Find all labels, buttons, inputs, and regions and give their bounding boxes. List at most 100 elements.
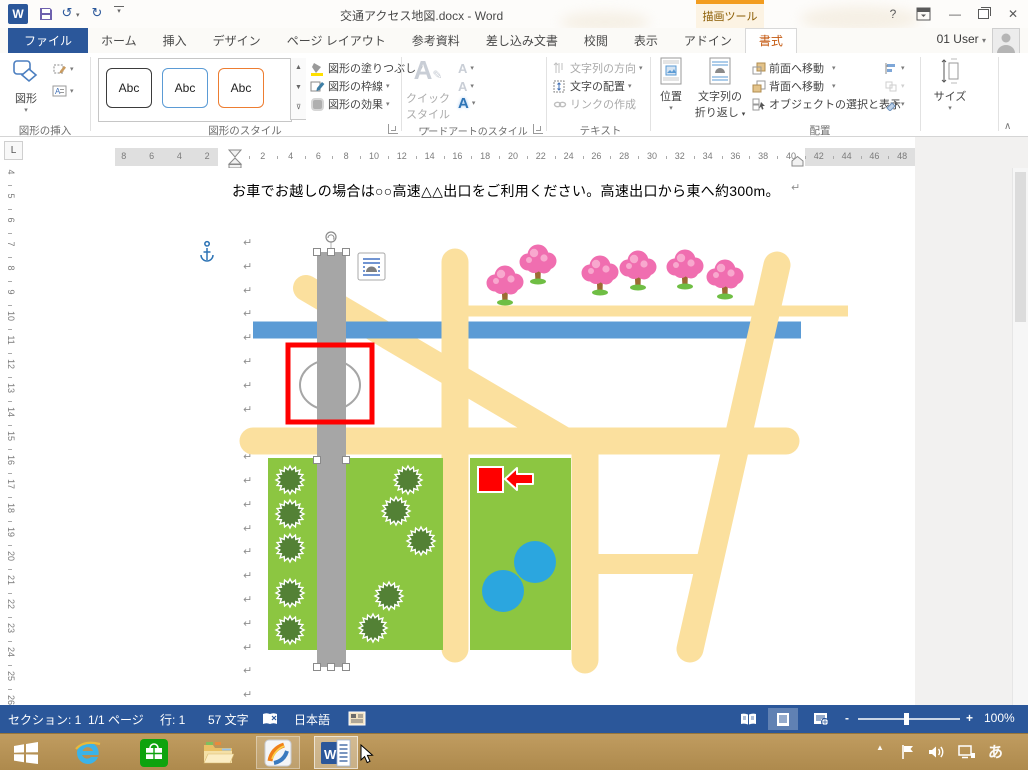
taskbar-drawing-app[interactable] (256, 736, 300, 769)
tab-表示[interactable]: 表示 (621, 28, 671, 53)
taskbar-internet-explorer[interactable] (66, 736, 110, 769)
status-section[interactable]: セクション: 1 (8, 711, 81, 728)
bush-shape[interactable] (382, 497, 410, 525)
selection-handle[interactable] (314, 457, 321, 464)
taskbar-file-explorer[interactable] (196, 736, 240, 769)
shape-outline-button[interactable]: 図形の枠線▾ (310, 78, 390, 94)
bush-shape[interactable] (375, 582, 403, 610)
gallery-scroll-up[interactable]: ▲ (290, 58, 306, 79)
right-indent-marker[interactable] (792, 157, 803, 167)
text-effects-button[interactable]: A▾ (458, 95, 475, 111)
taskbar-word[interactable]: W (314, 736, 358, 769)
ime-mode-icon[interactable] (348, 711, 366, 726)
ribbon-display-options-button[interactable] (916, 7, 931, 21)
bush-shape[interactable] (394, 466, 422, 494)
tab-ホーム[interactable]: ホーム (88, 28, 150, 53)
restore-button[interactable] (978, 9, 989, 19)
bush-shape[interactable] (276, 579, 304, 607)
sakura-tree[interactable] (582, 256, 619, 296)
status-page[interactable]: 1/1 ページ (88, 711, 144, 728)
taskbar-windows-store[interactable] (132, 736, 176, 769)
send-backward-button[interactable]: 背面へ移動▾ (752, 78, 836, 94)
network-icon[interactable] (958, 744, 976, 760)
tab-アドイン[interactable]: アドイン (671, 28, 745, 53)
align-objects-button[interactable]: ▾ (884, 60, 905, 76)
bush-shape[interactable] (276, 534, 304, 562)
wordart-dialog-launcher[interactable] (533, 124, 543, 134)
selection-handle[interactable] (343, 664, 350, 671)
user-avatar[interactable] (992, 28, 1020, 54)
size-button[interactable]: サイズ ▾ (928, 57, 972, 112)
shape-style-swatch-3[interactable]: Abc (218, 68, 264, 108)
selection-handle[interactable] (328, 249, 335, 256)
sakura-tree[interactable] (620, 251, 657, 291)
sakura-tree[interactable] (707, 260, 744, 300)
minimize-button[interactable]: — (946, 6, 964, 22)
tab-書式[interactable]: 書式 (745, 28, 797, 54)
pond-shape[interactable] (514, 541, 556, 583)
rotation-handle[interactable] (326, 232, 336, 242)
zoom-slider-thumb[interactable] (904, 713, 909, 725)
customize-qat-icon[interactable]: ▾ (114, 6, 124, 15)
align-text-button[interactable]: 文字の配置▾ (553, 78, 632, 94)
bush-shape[interactable] (276, 466, 304, 494)
position-button[interactable]: 位置 ▾ (653, 57, 689, 112)
tab-ページ レイアウト[interactable]: ページ レイアウト (274, 28, 399, 53)
undo-dropdown-arrow[interactable]: ▾ (76, 11, 80, 19)
status-line[interactable]: 行: 1 (160, 711, 185, 728)
collapse-ribbon-button[interactable]: ∧ (1004, 121, 1011, 132)
vertical-scrollbar[interactable] (1012, 168, 1028, 705)
bush-shape[interactable] (276, 500, 304, 528)
document-area[interactable]: 4567891011121314151617181920212223242526… (0, 168, 1028, 705)
help-button[interactable]: ? (884, 6, 902, 22)
tab-挿入[interactable]: 挿入 (150, 28, 200, 53)
zoom-out-button[interactable]: - (845, 711, 849, 725)
pond-shape[interactable] (482, 570, 524, 612)
destination-red-square-shape[interactable] (478, 467, 503, 492)
sakura-tree[interactable] (520, 245, 557, 285)
scrollbar-thumb[interactable] (1015, 172, 1026, 322)
selection-handle[interactable] (343, 457, 350, 464)
bush-shape[interactable] (276, 616, 304, 644)
zoom-level[interactable]: 100% (984, 711, 1015, 725)
selection-handle[interactable] (314, 249, 321, 256)
shape-styles-dialog-launcher[interactable] (388, 124, 398, 134)
selected-gray-road-shape[interactable] (317, 252, 346, 667)
bring-forward-button[interactable]: 前面へ移動▾ (752, 60, 836, 76)
selection-handle[interactable] (328, 664, 335, 671)
tab-校閲[interactable]: 校閲 (571, 28, 621, 53)
tab-デザイン[interactable]: デザイン (200, 28, 274, 53)
tab-ファイル[interactable]: ファイル (8, 28, 88, 53)
create-link-button[interactable]: リンクの作成 (553, 96, 636, 112)
zoom-in-button[interactable]: + (966, 711, 973, 725)
close-button[interactable]: ✕ (1004, 6, 1022, 22)
print-layout-button[interactable] (768, 708, 798, 730)
shape-style-swatch-2[interactable]: Abc (162, 68, 208, 108)
gallery-scroll-down[interactable]: ▼ (290, 78, 306, 99)
signed-in-user[interactable]: 01 User ▾ (937, 32, 986, 46)
rotate-objects-button[interactable]: ▾ (884, 96, 905, 112)
group-objects-button[interactable]: ▾ (884, 78, 905, 94)
first-line-indent-marker[interactable] (229, 150, 241, 157)
selection-handle[interactable] (343, 249, 350, 256)
ime-taskbar-indicator[interactable]: あ (988, 741, 1003, 762)
redo-button[interactable]: ↻ (88, 4, 106, 22)
insert-shapes-button[interactable]: 図形 ▾ (4, 57, 48, 114)
tab-参考資料[interactable]: 参考資料 (399, 28, 473, 53)
tab-差し込み文書[interactable]: 差し込み文書 (473, 28, 571, 53)
hanging-indent-marker[interactable] (229, 158, 241, 164)
start-button[interactable] (4, 736, 48, 769)
selection-pane-button[interactable]: オブジェクトの選択と表示 (752, 96, 901, 112)
tray-show-hidden-icons[interactable]: ▲ (876, 743, 884, 752)
selection-handle[interactable] (314, 664, 321, 671)
status-language[interactable]: 日本語 (294, 711, 330, 728)
wrap-text-button[interactable]: 文字列の 折り返し ▾ (692, 57, 748, 120)
action-center-flag-icon[interactable] (900, 744, 916, 760)
edit-shape-button[interactable]: ▾ (52, 61, 74, 77)
text-outline-button[interactable]: A▾ (458, 78, 474, 94)
bush-shape[interactable] (407, 527, 435, 555)
draw-textbox-button[interactable]: A▾ (52, 83, 74, 99)
save-button[interactable] (38, 6, 54, 22)
text-fill-button[interactable]: A▾ (458, 60, 474, 76)
gallery-more-button[interactable]: ⊽ (290, 98, 306, 120)
